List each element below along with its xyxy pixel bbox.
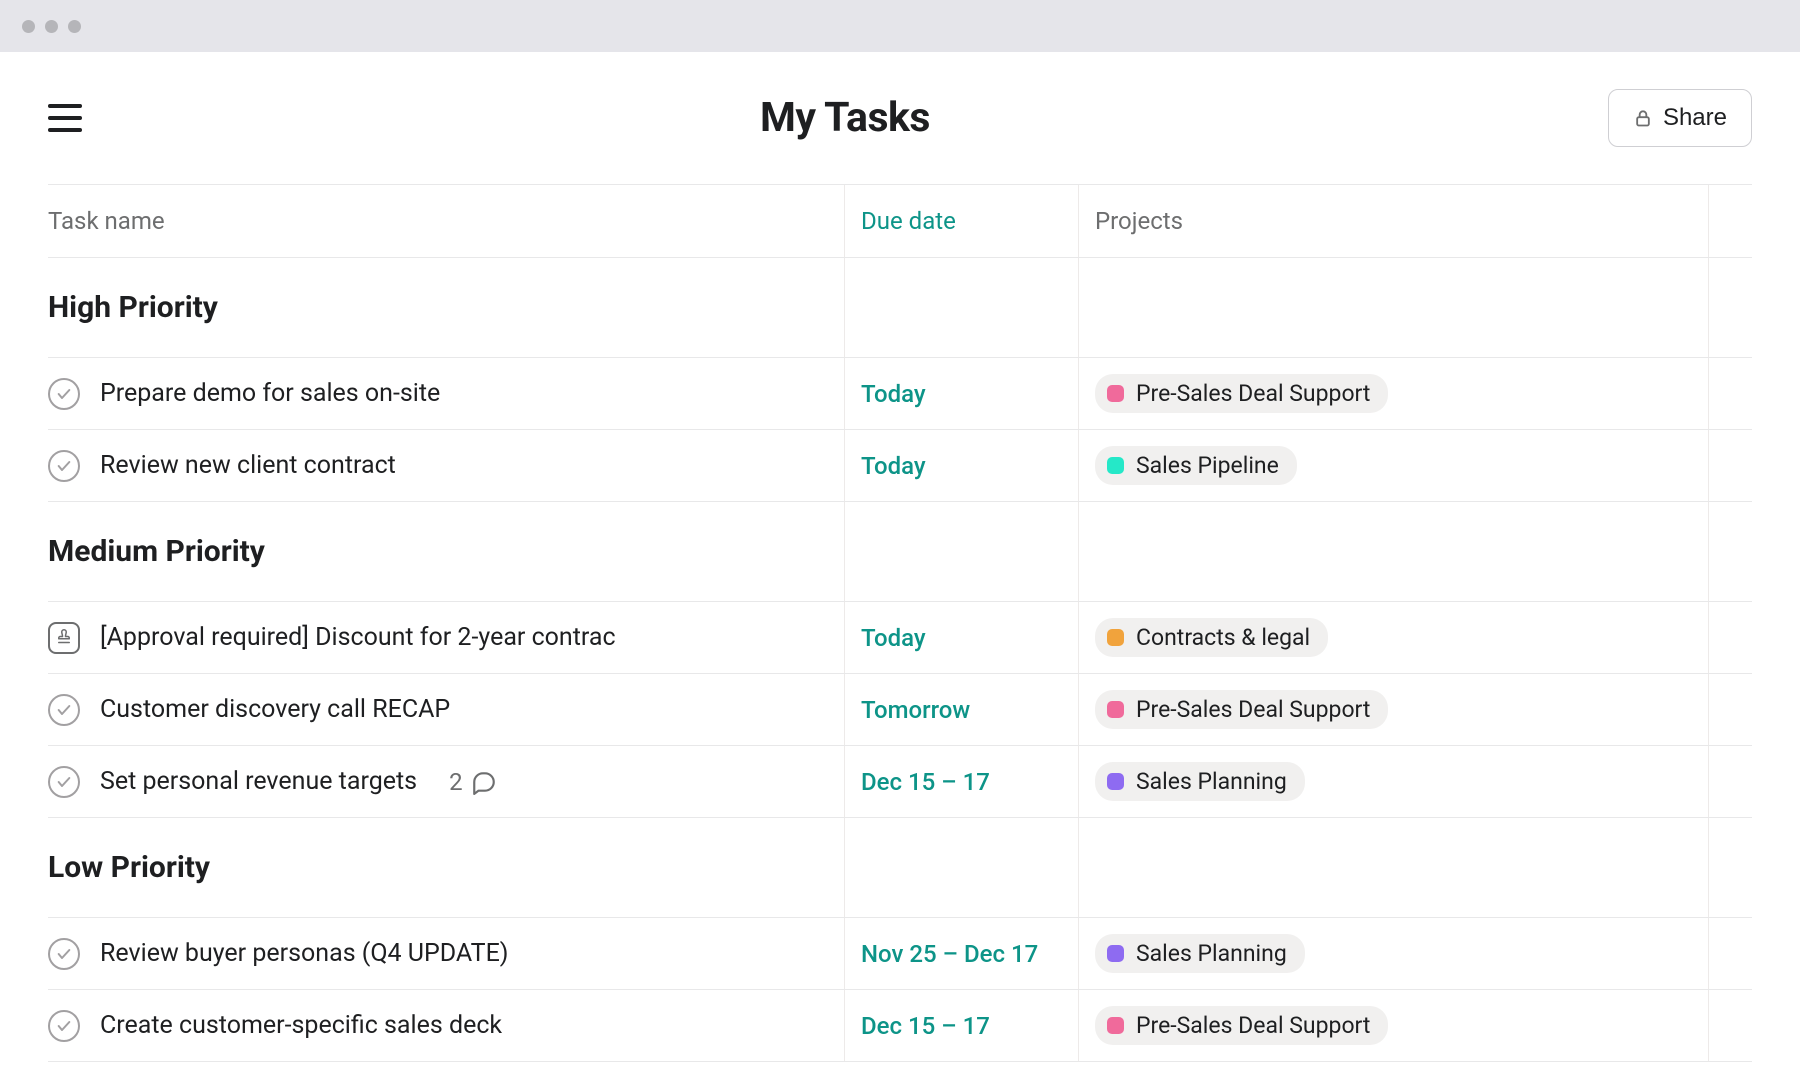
check-icon bbox=[56, 458, 72, 474]
window-dot-zoom[interactable] bbox=[68, 20, 81, 33]
section-title: Low Priority bbox=[48, 818, 844, 917]
task-name: Set personal revenue targets bbox=[100, 767, 417, 796]
project-name: Contracts & legal bbox=[1136, 624, 1310, 651]
project-name: Sales Planning bbox=[1136, 768, 1287, 795]
project-pill[interactable]: Contracts & legal bbox=[1095, 618, 1328, 657]
task-name: Prepare demo for sales on-site bbox=[100, 379, 440, 408]
share-button[interactable]: Share bbox=[1608, 89, 1752, 147]
project-pill[interactable]: Pre-Sales Deal Support bbox=[1095, 1006, 1388, 1045]
project-pill[interactable]: Sales Planning bbox=[1095, 762, 1305, 801]
project-name: Pre-Sales Deal Support bbox=[1136, 1012, 1370, 1039]
task-row[interactable]: Set personal revenue targets 2 Dec 15 – 17… bbox=[48, 746, 1752, 818]
complete-toggle[interactable] bbox=[48, 450, 80, 482]
task-row[interactable]: Review buyer personas (Q4 UPDATE) Nov 25 … bbox=[48, 918, 1752, 990]
table-header-row: Task name Due date Projects bbox=[48, 184, 1752, 258]
task-row[interactable]: [Approval required] Discount for 2-year … bbox=[48, 602, 1752, 674]
complete-toggle[interactable] bbox=[48, 694, 80, 726]
due-date[interactable]: Dec 15 – 17 bbox=[844, 746, 1078, 817]
task-name: Review new client contract bbox=[100, 451, 396, 480]
due-date[interactable]: Tomorrow bbox=[844, 674, 1078, 745]
task-row[interactable]: Customer discovery call RECAP Tomorrow Pre… bbox=[48, 674, 1752, 746]
check-icon bbox=[56, 1018, 72, 1034]
project-color-swatch bbox=[1107, 773, 1124, 790]
project-pill[interactable]: Pre-Sales Deal Support bbox=[1095, 690, 1388, 729]
project-color-swatch bbox=[1107, 629, 1124, 646]
project-pill[interactable]: Sales Pipeline bbox=[1095, 446, 1297, 485]
project-name: Sales Planning bbox=[1136, 940, 1287, 967]
window-titlebar bbox=[0, 0, 1800, 52]
col-header-projects[interactable]: Projects bbox=[1078, 185, 1708, 257]
task-row[interactable]: Create customer-specific sales deck Dec 1… bbox=[48, 990, 1752, 1062]
project-pill[interactable]: Pre-Sales Deal Support bbox=[1095, 374, 1388, 413]
check-icon bbox=[56, 702, 72, 718]
check-icon bbox=[56, 774, 72, 790]
comment-count[interactable]: 2 bbox=[449, 768, 497, 796]
due-date[interactable]: Nov 25 – Dec 17 bbox=[844, 918, 1078, 989]
project-color-swatch bbox=[1107, 701, 1124, 718]
section-header[interactable]: Low Priority bbox=[48, 818, 1752, 918]
menu-button[interactable] bbox=[48, 104, 82, 132]
page-title: My Tasks bbox=[760, 94, 930, 142]
project-name: Pre-Sales Deal Support bbox=[1136, 380, 1370, 407]
complete-toggle[interactable] bbox=[48, 938, 80, 970]
lock-icon bbox=[1633, 107, 1653, 129]
task-name: Review buyer personas (Q4 UPDATE) bbox=[100, 939, 509, 968]
due-date[interactable]: Today bbox=[844, 358, 1078, 429]
share-label: Share bbox=[1663, 104, 1727, 132]
task-row[interactable]: Prepare demo for sales on-site Today Pre-S… bbox=[48, 358, 1752, 430]
approval-icon bbox=[48, 622, 80, 654]
window-dot-close[interactable] bbox=[22, 20, 35, 33]
section-header[interactable]: High Priority bbox=[48, 258, 1752, 358]
due-date[interactable]: Today bbox=[844, 430, 1078, 501]
project-pill[interactable]: Sales Planning bbox=[1095, 934, 1305, 973]
check-icon bbox=[56, 946, 72, 962]
project-name: Sales Pipeline bbox=[1136, 452, 1279, 479]
task-table: Task name Due date Projects High Priorit… bbox=[48, 184, 1752, 1062]
project-color-swatch bbox=[1107, 1017, 1124, 1034]
due-date[interactable]: Today bbox=[844, 602, 1078, 673]
project-color-swatch bbox=[1107, 385, 1124, 402]
task-row[interactable]: Review new client contract Today Sales Pip… bbox=[48, 430, 1752, 502]
col-header-extra bbox=[1708, 185, 1752, 257]
due-date[interactable]: Dec 15 – 17 bbox=[844, 990, 1078, 1061]
project-color-swatch bbox=[1107, 945, 1124, 962]
task-name: Create customer-specific sales deck bbox=[100, 1011, 502, 1040]
section-title: Medium Priority bbox=[48, 502, 844, 601]
complete-toggle[interactable] bbox=[48, 378, 80, 410]
window-dot-minimize[interactable] bbox=[45, 20, 58, 33]
comment-icon bbox=[471, 769, 497, 795]
task-name: [Approval required] Discount for 2-year … bbox=[100, 623, 616, 652]
section-header[interactable]: Medium Priority bbox=[48, 502, 1752, 602]
task-name: Customer discovery call RECAP bbox=[100, 695, 450, 724]
col-header-due[interactable]: Due date bbox=[844, 185, 1078, 257]
complete-toggle[interactable] bbox=[48, 1010, 80, 1042]
col-header-name[interactable]: Task name bbox=[48, 185, 844, 257]
project-color-swatch bbox=[1107, 457, 1124, 474]
complete-toggle[interactable] bbox=[48, 766, 80, 798]
project-name: Pre-Sales Deal Support bbox=[1136, 696, 1370, 723]
check-icon bbox=[56, 386, 72, 402]
section-title: High Priority bbox=[48, 258, 844, 357]
